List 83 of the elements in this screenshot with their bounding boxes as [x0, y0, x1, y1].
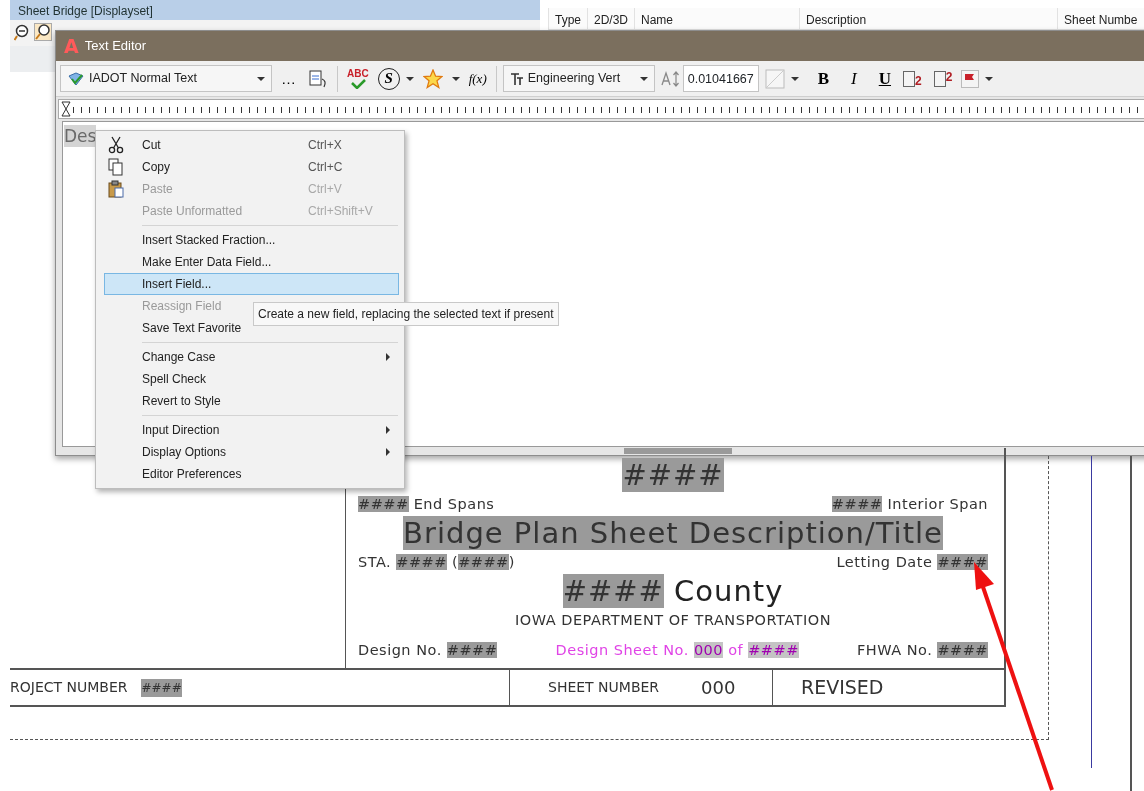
submenu-arrow-icon	[386, 426, 390, 434]
caret-icon	[790, 76, 799, 81]
style-dropdown[interactable]: IADOT Normal Text	[60, 65, 272, 92]
caret-icon	[639, 76, 648, 81]
caret-icon	[985, 76, 994, 81]
label: of	[727, 642, 744, 658]
field-value: Bridge Plan Sheet Description/Title	[403, 516, 943, 550]
field-value: ####	[141, 678, 182, 697]
submenu-arrow-icon	[386, 353, 390, 361]
text-content: Des	[64, 125, 97, 147]
column-header[interactable]: Description	[799, 8, 1058, 29]
text-height-field[interactable]: 0.01041667	[682, 65, 759, 92]
field-value: ####	[748, 642, 799, 658]
label: County	[673, 574, 784, 608]
column-header[interactable]: 2D/3D	[587, 8, 635, 29]
label: End Spans	[412, 496, 495, 512]
submenu-arrow-icon	[386, 448, 390, 456]
underline-button[interactable]: U	[875, 70, 894, 87]
clipboard-icon	[108, 180, 124, 198]
column-header[interactable]: Sheet Numbe	[1057, 8, 1144, 29]
window-title: Sheet Bridge [Displayset]	[10, 0, 540, 20]
tooltip: Create a new field, replacing the selected text if present	[253, 302, 559, 326]
caret-icon	[257, 76, 265, 81]
menu-item[interactable]: Cut Ctrl+X	[104, 134, 399, 156]
caret-icon	[451, 76, 460, 81]
page-icon	[933, 70, 946, 87]
page-icon	[903, 70, 915, 87]
field-value: ####	[622, 458, 724, 492]
label: )	[508, 554, 515, 570]
label: IOWA DEPARTMENT OF TRANSPORTATION	[515, 612, 831, 628]
copy-icon	[108, 158, 124, 176]
superscript-button[interactable]: 2	[930, 70, 956, 87]
field-value: ####	[562, 574, 664, 608]
label: SHEET NUMBER	[548, 678, 660, 697]
font-icon	[509, 71, 524, 86]
menu-item[interactable]: Spell Check	[104, 368, 399, 390]
field-value: ####	[358, 496, 409, 512]
check-icon	[349, 78, 366, 89]
label: 000	[701, 676, 736, 700]
flag-icon[interactable]	[961, 69, 980, 88]
fill-color-icon[interactable]	[764, 68, 785, 89]
label: ROJECT NUMBER	[10, 678, 128, 697]
field-value: ####	[458, 554, 509, 570]
more-button[interactable]: …	[278, 71, 299, 86]
label: Design No.	[358, 642, 442, 658]
menu-item[interactable]: Change Case	[104, 346, 399, 368]
column-header[interactable]: Name	[634, 8, 800, 29]
menu-item[interactable]: Make Enter Data Field...	[104, 251, 399, 273]
font-dropdown[interactable]: Engineering Vert	[502, 65, 655, 92]
menu-item[interactable]: Copy Ctrl+C	[104, 156, 399, 178]
label: STA.	[358, 554, 392, 570]
field-value: ####	[937, 642, 988, 658]
app-logo: A	[64, 36, 79, 56]
menu-item[interactable]: Insert Field...	[104, 273, 399, 295]
field-value: ####	[396, 554, 447, 570]
label: REVISED	[801, 675, 884, 701]
label: FHWA No.	[856, 642, 933, 658]
menu-item[interactable]: Insert Stacked Fraction...	[104, 229, 399, 251]
function-button[interactable]: f(x)	[465, 72, 490, 85]
zoom-icon[interactable]	[34, 23, 52, 41]
subscript-button[interactable]: 2	[900, 70, 925, 87]
field-value: 000	[693, 642, 724, 658]
menu-item[interactable]: Input Direction	[104, 419, 399, 441]
label: Interior Span	[886, 496, 988, 512]
column-header[interactable]: Type	[548, 8, 587, 29]
menu-item[interactable]: Revert to Style	[104, 390, 399, 412]
spell-check-button[interactable]: ABC	[344, 68, 372, 89]
caret-icon	[405, 76, 414, 81]
field-value: ####	[937, 554, 988, 570]
star-icon	[422, 68, 443, 89]
label: (	[450, 554, 459, 570]
italic-button[interactable]: I	[848, 70, 860, 87]
scissors-icon	[108, 136, 124, 154]
label: Design Sheet No.	[555, 642, 689, 658]
field-value: ####	[446, 642, 498, 658]
style-icon	[67, 71, 85, 86]
text-height-icon	[660, 69, 681, 88]
window-title: Text Editor	[84, 37, 147, 56]
field-value: ####	[831, 496, 883, 512]
bold-button[interactable]: B	[814, 70, 833, 87]
menu-item[interactable]: Editor Preferences	[104, 463, 399, 485]
document-icon	[308, 68, 328, 89]
label: Letting Date	[836, 554, 933, 570]
